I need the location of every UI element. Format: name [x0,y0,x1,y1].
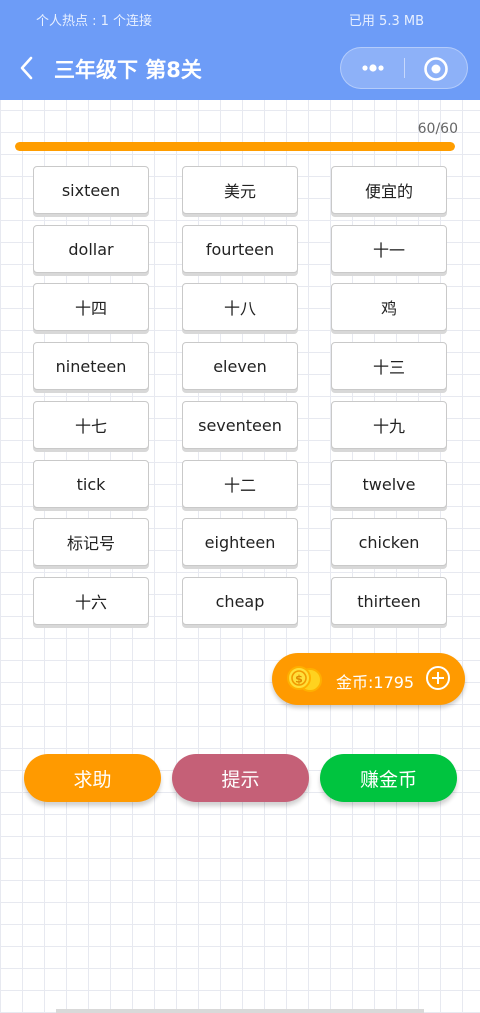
add-coins-icon[interactable] [425,665,451,691]
data-usage: 已用 5.3 MB [348,14,424,29]
word-card[interactable]: 美元 [182,166,298,214]
progress-label: 60/60 [417,121,458,137]
word-card[interactable]: sixteen [33,166,149,214]
word-card[interactable]: 十九 [331,401,447,449]
word-card[interactable]: 标记号 [33,518,149,566]
word-card[interactable]: chicken [331,518,447,566]
coin-balance-button[interactable]: $ 金币:1795 [272,653,465,705]
word-card[interactable]: 十四 [33,283,149,331]
word-card[interactable]: 十三 [331,342,447,390]
word-card[interactable]: 鸡 [331,283,447,331]
earn-coins-button[interactable]: 赚金币 [320,754,457,802]
word-card[interactable]: 便宜的 [331,166,447,214]
word-card[interactable]: 十八 [182,283,298,331]
word-card[interactable]: thirteen [331,577,447,625]
hotspot-status: 个人热点 : 1 个连接 [36,14,153,29]
nav-bar: 三年级下 第8关 [0,36,480,100]
word-card[interactable]: tick [33,460,149,508]
coins-icon: $ [286,663,324,695]
word-card[interactable]: cheap [182,577,298,625]
word-card[interactable]: eleven [182,342,298,390]
word-card[interactable]: 十二 [182,460,298,508]
home-indicator [56,1009,424,1013]
svg-text:$: $ [295,673,303,686]
word-card[interactable]: dollar [33,225,149,273]
word-card[interactable]: twelve [331,460,447,508]
help-button[interactable]: 求助 [24,754,161,802]
close-miniprogram-icon[interactable] [421,54,451,84]
status-bar: 个人热点 : 1 个连接 已用 5.3 MB [0,0,480,36]
hint-button[interactable]: 提示 [172,754,309,802]
word-card[interactable]: 十一 [331,225,447,273]
word-card[interactable]: nineteen [33,342,149,390]
word-card[interactable]: 十七 [33,401,149,449]
progress-bar [15,142,455,151]
word-card[interactable]: fourteen [182,225,298,273]
page-title: 三年级下 第8关 [54,58,202,82]
word-card[interactable]: 十六 [33,577,149,625]
coin-balance: 金币:1795 [336,673,415,692]
capsule-divider [404,58,405,78]
word-card[interactable]: eighteen [182,518,298,566]
word-card[interactable]: seventeen [182,401,298,449]
miniprogram-capsule [340,47,468,89]
back-icon[interactable] [14,52,42,84]
progress-fill [15,142,455,151]
more-icon[interactable] [355,56,391,80]
